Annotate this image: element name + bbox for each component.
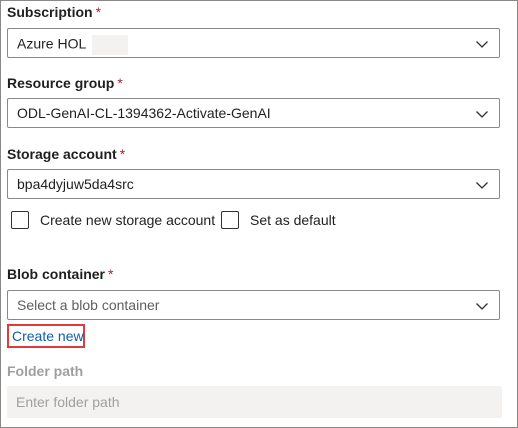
folder-path-field — [7, 386, 502, 418]
create-new-highlight: Create new — [7, 324, 85, 348]
subscription-label-text: Subscription — [7, 4, 93, 20]
create-new-storage-account-option[interactable]: Create new storage account — [11, 209, 215, 231]
set-as-default-label: Set as default — [250, 212, 336, 228]
subscription-label: Subscription * — [7, 4, 101, 20]
blob-container-label-text: Blob container — [7, 266, 106, 282]
storage-account-dropdown[interactable]: bpa4dyjuw5da4src — [7, 169, 500, 199]
required-marker: * — [108, 266, 114, 282]
subscription-value-text: Azure HOL — [17, 35, 87, 52]
create-new-storage-account-label: Create new storage account — [40, 212, 216, 228]
storage-account-value: bpa4dyjuw5da4src — [17, 176, 134, 192]
resource-group-value: ODL-GenAI-CL-1394362-Activate-GenAI — [17, 105, 271, 121]
subscription-dropdown[interactable]: Azure HOL — [7, 28, 500, 58]
chevron-down-icon — [476, 41, 488, 48]
redacted-block — [92, 35, 129, 55]
set-as-default-option[interactable]: Set as default — [221, 209, 336, 231]
resource-group-label: Resource group * — [7, 75, 123, 91]
resource-group-label-text: Resource group — [7, 75, 115, 91]
storage-account-label-text: Storage account — [7, 146, 117, 162]
blob-container-placeholder: Select a blob container — [17, 297, 160, 313]
blob-container-dropdown[interactable]: Select a blob container — [7, 290, 500, 320]
folder-path-input[interactable] — [7, 386, 502, 418]
set-as-default-checkbox[interactable] — [221, 211, 239, 229]
create-new-storage-account-checkbox[interactable] — [11, 211, 29, 229]
chevron-down-icon — [476, 111, 488, 118]
blob-container-label: Blob container * — [7, 266, 113, 282]
folder-path-label-text: Folder path — [7, 363, 84, 379]
required-marker: * — [95, 4, 102, 20]
storage-account-label: Storage account * — [7, 146, 125, 162]
chevron-down-icon — [476, 182, 488, 189]
subscription-value: Azure HOL — [17, 35, 129, 55]
folder-path-label: Folder path — [7, 363, 83, 379]
required-marker: * — [117, 75, 123, 91]
create-new-link[interactable]: Create new — [12, 328, 84, 344]
required-marker: * — [119, 146, 126, 162]
resource-group-dropdown[interactable]: ODL-GenAI-CL-1394362-Activate-GenAI — [7, 98, 500, 128]
chevron-down-icon — [476, 303, 488, 310]
storage-settings-panel: Subscription * Azure HOL Resource group * … — [0, 0, 518, 428]
